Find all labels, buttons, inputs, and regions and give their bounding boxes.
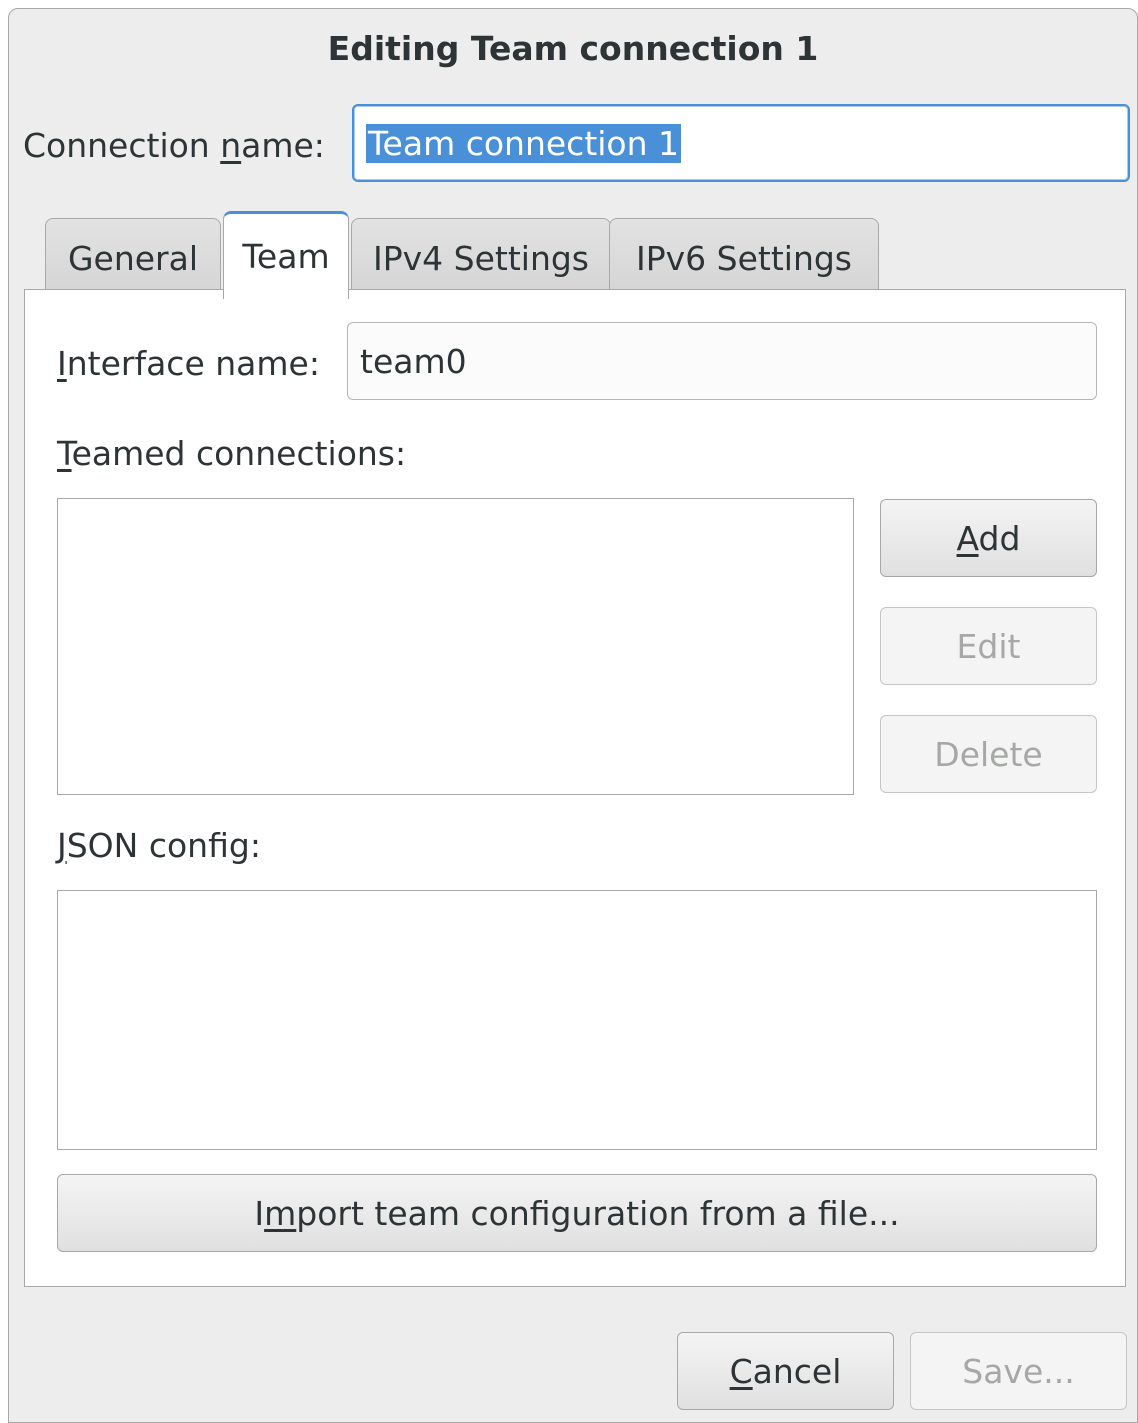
import-config-button[interactable]: Import team configuration from a file... xyxy=(57,1174,1097,1252)
import-config-pre: I xyxy=(254,1193,265,1233)
connection-name-label-post: ame: xyxy=(241,126,325,165)
tab-general[interactable]: General xyxy=(45,218,221,298)
cancel-button-mnemonic: C xyxy=(729,1351,753,1391)
json-config-label: JSON config: xyxy=(57,826,261,865)
connection-name-label-mnemonic: n xyxy=(220,126,242,165)
interface-name-input[interactable]: team0 xyxy=(347,322,1097,400)
tab-ipv4-settings-label: IPv4 Settings xyxy=(373,239,589,278)
interface-name-value: team0 xyxy=(360,341,467,381)
cancel-button[interactable]: Cancel xyxy=(677,1332,894,1410)
teamed-connections-label-rest: eamed connections: xyxy=(71,434,407,473)
tab-team-label: Team xyxy=(242,237,330,276)
edit-connection-dialog: Editing Team connection 1 Connection nam… xyxy=(8,8,1138,1423)
interface-name-label: Interface name: xyxy=(57,344,320,383)
cancel-button-rest: ancel xyxy=(752,1351,842,1391)
save-button-label: Save... xyxy=(962,1351,1075,1391)
add-button-rest: dd xyxy=(978,518,1021,558)
connection-name-input[interactable]: Team connection 1 xyxy=(352,104,1130,182)
cancel-button-label: Cancel xyxy=(730,1352,842,1391)
add-button-label: Add xyxy=(957,519,1021,558)
json-config-textarea[interactable] xyxy=(57,890,1097,1150)
import-config-post: port team configuration from a file... xyxy=(296,1193,900,1233)
interface-name-label-rest: nterface name: xyxy=(66,344,320,383)
tab-ipv6-settings-label: IPv6 Settings xyxy=(636,239,852,278)
import-config-button-label: Import team configuration from a file... xyxy=(254,1194,899,1233)
edit-button-label: Edit xyxy=(956,626,1021,666)
tab-ipv4-settings[interactable]: IPv4 Settings xyxy=(351,218,611,298)
team-tab-page: Interface name: team0 Teamed connections… xyxy=(24,289,1126,1287)
save-button[interactable]: Save... xyxy=(910,1332,1127,1410)
connection-name-label-pre: Connection xyxy=(23,126,221,165)
teamed-connections-list[interactable] xyxy=(57,498,854,795)
dialog-title: Editing Team connection 1 xyxy=(327,29,819,68)
teamed-connections-label-mnemonic: T xyxy=(57,434,72,473)
delete-button[interactable]: Delete xyxy=(880,715,1097,793)
tab-team[interactable]: Team xyxy=(223,211,349,299)
connection-name-value: Team connection 1 xyxy=(366,123,682,163)
import-config-mnemonic: m xyxy=(264,1193,297,1233)
connection-name-label: Connection name: xyxy=(23,126,325,165)
teamed-connections-label: Teamed connections: xyxy=(57,434,406,473)
tab-ipv6-settings[interactable]: IPv6 Settings xyxy=(609,218,879,298)
json-config-label-mnemonic: J xyxy=(57,826,67,865)
add-button-mnemonic: A xyxy=(956,518,979,558)
interface-name-label-mnemonic: I xyxy=(57,344,67,383)
tab-general-label: General xyxy=(67,239,199,278)
edit-button[interactable]: Edit xyxy=(880,607,1097,685)
json-config-label-rest: SON config: xyxy=(66,826,261,865)
add-button[interactable]: Add xyxy=(880,499,1097,577)
delete-button-label: Delete xyxy=(934,734,1043,774)
